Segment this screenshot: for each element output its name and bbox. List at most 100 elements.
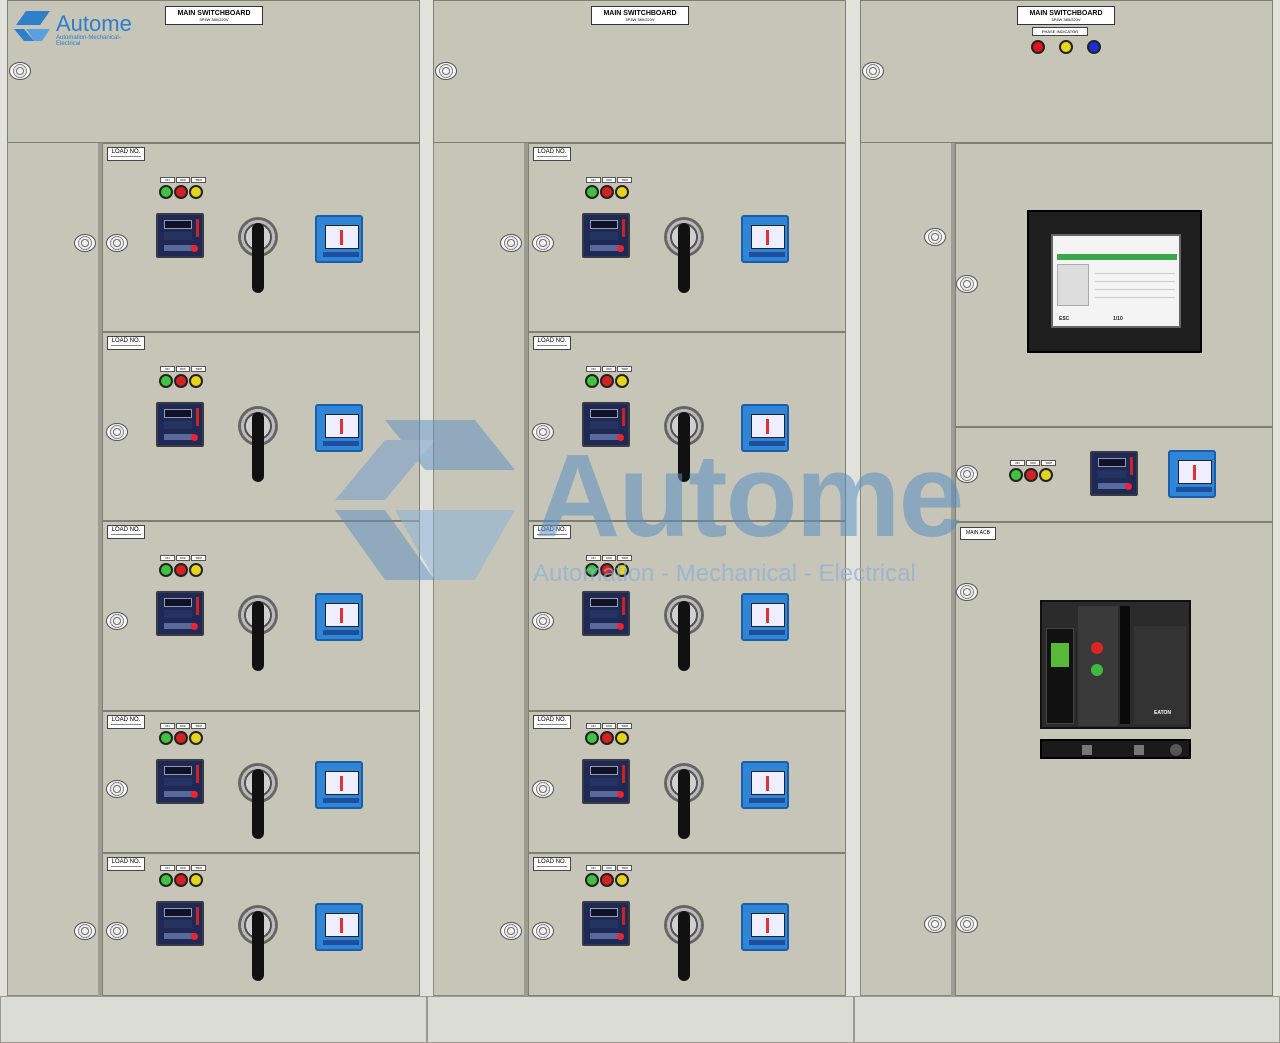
protection-relay[interactable]	[582, 213, 630, 258]
lamp-on	[159, 731, 173, 745]
rotary-handle[interactable]	[238, 905, 278, 981]
door-lock-icon[interactable]	[106, 780, 128, 798]
acb-racking-hole[interactable]	[1170, 744, 1182, 756]
protection-relay[interactable]	[582, 759, 630, 804]
door-lock-icon[interactable]	[956, 275, 978, 293]
acb-trip-display	[1051, 643, 1069, 667]
lamp-off	[1024, 468, 1038, 482]
door-lock-icon[interactable]	[956, 915, 978, 933]
rotary-handle[interactable]	[664, 595, 704, 671]
door-lock-icon[interactable]	[74, 234, 96, 252]
brand-tagline: Automation-Mechanical-Electrical	[56, 35, 121, 47]
nameplate-1: MAIN SWITCHBOARD 3P4W 380/220V	[165, 6, 263, 25]
rotary-handle[interactable]	[238, 406, 278, 482]
door-lock-icon[interactable]	[532, 922, 554, 940]
column-3-acb-cell	[955, 522, 1273, 996]
acb-off-button[interactable]	[1091, 642, 1103, 654]
door-lock-icon[interactable]	[106, 612, 128, 630]
hmi-screen[interactable]: ESC 1/10	[1051, 234, 1181, 328]
lamp-trip	[615, 185, 629, 199]
indicator-lamps: ON OFF TRIP	[584, 865, 633, 889]
acb-trip-unit[interactable]	[1046, 628, 1074, 724]
phase-lamp-yellow	[1059, 40, 1073, 54]
lamp-trip	[189, 563, 203, 577]
power-meter[interactable]	[741, 215, 789, 263]
rotary-handle[interactable]	[238, 763, 278, 839]
lamp-on	[159, 185, 173, 199]
rotary-handle[interactable]	[238, 217, 278, 293]
door-lock-icon[interactable]	[9, 62, 31, 80]
brand-name: Autome	[56, 11, 132, 36]
lamp-off	[174, 185, 188, 199]
protection-relay[interactable]	[156, 402, 204, 447]
lamp-on	[1009, 468, 1023, 482]
door-lock-icon[interactable]	[956, 465, 978, 483]
protection-relay[interactable]	[156, 901, 204, 946]
door-lock-icon[interactable]	[435, 62, 457, 80]
door-lock-icon[interactable]	[532, 423, 554, 441]
lamp-off	[174, 374, 188, 388]
hmi-title-bar	[1057, 254, 1177, 260]
switchboard-drawing: Autome Automation-Mechanical-Electrical …	[0, 0, 1280, 1043]
door-lock-icon[interactable]	[924, 228, 946, 246]
door-lock-icon[interactable]	[956, 583, 978, 601]
door-lock-icon[interactable]	[532, 612, 554, 630]
door-lock-icon[interactable]	[500, 234, 522, 252]
protection-relay[interactable]	[582, 901, 630, 946]
lamp-trip	[615, 731, 629, 745]
rotary-handle[interactable]	[664, 763, 704, 839]
acb-control-face	[1078, 606, 1118, 726]
rotary-handle[interactable]	[664, 905, 704, 981]
power-meter[interactable]	[741, 593, 789, 641]
hmi-menu[interactable]	[1057, 264, 1089, 306]
indicator-lamps: ON OFF TRIP	[584, 723, 633, 747]
main-acb-breaker[interactable]: EATON	[1040, 600, 1191, 729]
power-meter[interactable]	[741, 903, 789, 951]
lamp-trip	[189, 374, 203, 388]
load-label: LOAD NO.	[107, 857, 145, 871]
indicator-lamps: ON OFF TRIP	[158, 865, 207, 889]
power-meter[interactable]	[315, 215, 363, 263]
protection-relay[interactable]	[156, 759, 204, 804]
door-lock-icon[interactable]	[500, 922, 522, 940]
door-lock-icon[interactable]	[74, 922, 96, 940]
power-meter[interactable]	[315, 903, 363, 951]
power-meter[interactable]	[315, 593, 363, 641]
door-lock-icon[interactable]	[106, 922, 128, 940]
power-meter[interactable]	[741, 761, 789, 809]
lamp-trip	[615, 563, 629, 577]
lamp-on	[159, 563, 173, 577]
power-meter[interactable]	[741, 404, 789, 452]
rotary-handle[interactable]	[238, 595, 278, 671]
door-lock-icon[interactable]	[106, 234, 128, 252]
acb-charging-handle[interactable]	[1120, 606, 1130, 724]
door-lock-icon[interactable]	[532, 780, 554, 798]
protection-relay[interactable]	[156, 213, 204, 258]
door-lock-icon[interactable]	[532, 234, 554, 252]
hmi-touch-panel[interactable]: ESC 1/10	[1027, 210, 1202, 353]
power-meter[interactable]	[1168, 450, 1216, 498]
phase-lamp-red	[1031, 40, 1045, 54]
rotary-handle[interactable]	[664, 406, 704, 482]
door-lock-icon[interactable]	[862, 62, 884, 80]
indicator-lamps: ON OFF TRIP	[158, 366, 207, 390]
protection-relay[interactable]	[1090, 451, 1138, 496]
door-lock-icon[interactable]	[924, 915, 946, 933]
door-lock-icon[interactable]	[106, 423, 128, 441]
lamp-on	[585, 873, 599, 887]
hmi-page-label: 1/10	[1113, 316, 1123, 322]
brand-logo: Autome Automation-Mechanical-Electrical	[12, 5, 142, 47]
indicator-lamps: ON OFF TRIP	[584, 177, 633, 201]
protection-relay[interactable]	[156, 591, 204, 636]
acb-on-button[interactable]	[1091, 664, 1103, 676]
indicator-lamps: ON OFF TRIP	[584, 555, 633, 579]
lamp-on	[159, 873, 173, 887]
power-meter[interactable]	[315, 404, 363, 452]
protection-relay[interactable]	[582, 402, 630, 447]
rotary-handle[interactable]	[664, 217, 704, 293]
power-meter[interactable]	[315, 761, 363, 809]
protection-relay[interactable]	[582, 591, 630, 636]
lamp-off	[600, 185, 614, 199]
acb-racking-base[interactable]	[1040, 739, 1191, 759]
hmi-esc-label[interactable]: ESC	[1059, 316, 1069, 322]
